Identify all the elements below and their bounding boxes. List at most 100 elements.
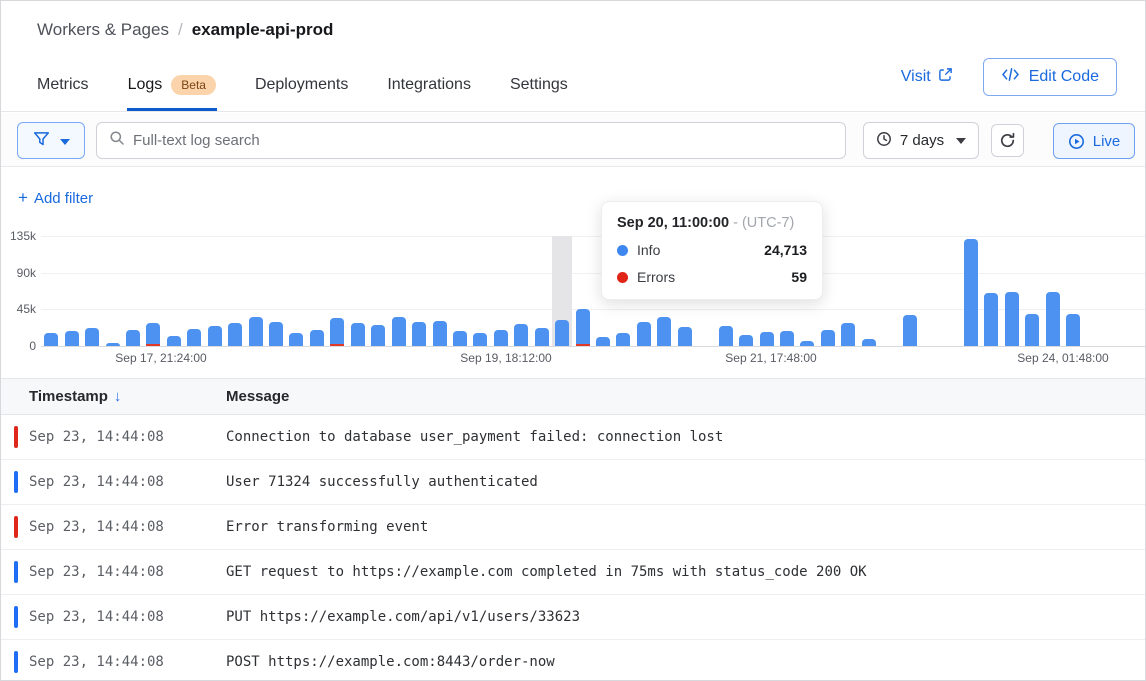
log-volume-bar[interactable] [657, 317, 671, 346]
log-volume-bar[interactable] [903, 315, 917, 346]
log-volume-bar[interactable] [269, 322, 283, 346]
info-segment [1005, 292, 1019, 346]
chart-slot [1124, 236, 1144, 346]
error-segment [146, 344, 160, 347]
log-row[interactable]: Sep 23, 14:44:08POST https://example.com… [1, 640, 1145, 680]
log-volume-bar[interactable] [208, 326, 222, 346]
info-segment [1025, 314, 1039, 346]
live-label: Live [1093, 133, 1121, 150]
log-volume-bar[interactable] [228, 323, 242, 346]
time-range-dropdown[interactable]: 7 days [863, 122, 979, 159]
refresh-icon [999, 132, 1016, 149]
column-header-timestamp[interactable]: Timestamp ↓ [29, 379, 121, 414]
log-volume-bar[interactable] [719, 326, 733, 346]
chart-slot [572, 236, 592, 346]
log-volume-bar[interactable] [65, 331, 79, 346]
log-volume-bar[interactable] [351, 323, 365, 346]
log-row[interactable]: Sep 23, 14:44:08PUT https://example.com/… [1, 595, 1145, 640]
log-row[interactable]: Sep 23, 14:44:08Connection to database u… [1, 415, 1145, 460]
log-volume-bar[interactable] [514, 324, 528, 346]
log-volume-bar[interactable] [146, 323, 160, 346]
log-volume-bar[interactable] [330, 318, 344, 346]
log-volume-bar[interactable] [821, 330, 835, 346]
plus-icon: + [18, 188, 28, 208]
chart-slot [532, 236, 552, 346]
log-volume-bar[interactable] [412, 322, 426, 346]
log-volume-bar[interactable] [800, 341, 814, 346]
log-volume-bar[interactable] [433, 321, 447, 346]
chart-slot [225, 236, 245, 346]
external-link-icon [938, 67, 953, 87]
log-volume-bar[interactable] [678, 327, 692, 346]
visit-link[interactable]: Visit [901, 67, 953, 87]
chart-slot [470, 236, 490, 346]
tab-deployments[interactable]: Deployments [254, 65, 349, 111]
error-segment [576, 344, 590, 347]
tab-integrations[interactable]: Integrations [386, 65, 472, 111]
log-volume-bar[interactable] [596, 337, 610, 346]
log-volume-bar[interactable] [1046, 292, 1060, 346]
tab-settings[interactable]: Settings [509, 65, 569, 111]
log-volume-bar[interactable] [1066, 314, 1080, 346]
log-search-input[interactable] [133, 132, 833, 149]
chart-slot [859, 236, 879, 346]
chart-slot [1002, 236, 1022, 346]
info-segment [596, 337, 610, 346]
breadcrumb-parent[interactable]: Workers & Pages [37, 20, 169, 40]
chart-tooltip: Sep 20, 11:00:00 - (UTC-7) Info24,713Err… [601, 201, 823, 300]
workers-logs-page: Workers & Pages / example-api-prod Metri… [0, 0, 1146, 681]
log-volume-bar[interactable] [841, 323, 855, 346]
tab-metrics[interactable]: Metrics [36, 65, 90, 111]
log-volume-bar[interactable] [187, 329, 201, 346]
log-volume-bar[interactable] [126, 330, 140, 346]
chart-slot [102, 236, 122, 346]
log-volume-bar[interactable] [167, 336, 181, 346]
log-volume-bar[interactable] [760, 332, 774, 346]
log-volume-bar[interactable] [310, 330, 324, 346]
live-button[interactable]: Live [1053, 123, 1135, 159]
log-volume-bar[interactable] [535, 328, 549, 346]
log-message: User 71324 successfully authenticated [226, 460, 538, 504]
log-volume-bar[interactable] [964, 239, 978, 346]
log-volume-bar[interactable] [862, 339, 876, 346]
log-volume-bar[interactable] [1005, 292, 1019, 346]
chart-slot [920, 236, 940, 346]
filter-menu-button[interactable] [17, 122, 85, 159]
tooltip-series-label: Errors [637, 269, 675, 285]
funnel-icon [33, 131, 50, 150]
table-header: Timestamp ↓ Message [1, 378, 1145, 415]
search-icon [109, 130, 125, 151]
edit-code-button[interactable]: Edit Code [983, 58, 1117, 96]
log-volume-bar[interactable] [453, 331, 467, 346]
refresh-button[interactable] [991, 124, 1024, 157]
info-segment [65, 331, 79, 346]
sort-descending-icon[interactable]: ↓ [114, 388, 122, 405]
log-volume-bar[interactable] [106, 343, 120, 346]
breadcrumb-current: example-api-prod [192, 20, 334, 40]
tab-logs[interactable]: LogsBeta [127, 65, 217, 111]
log-volume-bar[interactable] [984, 293, 998, 346]
log-timestamp: Sep 23, 14:44:08 [29, 550, 164, 594]
log-volume-bar[interactable] [1025, 314, 1039, 346]
log-volume-bar[interactable] [555, 320, 569, 346]
log-volume-bar[interactable] [473, 333, 487, 346]
log-row[interactable]: Sep 23, 14:44:08User 71324 successfully … [1, 460, 1145, 505]
log-volume-bar[interactable] [371, 325, 385, 346]
log-volume-bar[interactable] [637, 322, 651, 346]
log-volume-bar[interactable] [249, 317, 263, 346]
log-volume-bar[interactable] [616, 333, 630, 346]
log-volume-bar[interactable] [85, 328, 99, 346]
log-volume-bar[interactable] [739, 335, 753, 346]
log-row[interactable]: Sep 23, 14:44:08Error transforming event [1, 505, 1145, 550]
log-row[interactable]: Sep 23, 14:44:08GET request to https://e… [1, 550, 1145, 595]
tab-bar: Metrics LogsBeta Deployments Integrations Se… [36, 65, 569, 111]
chart-slot [879, 236, 899, 346]
log-volume-bar[interactable] [44, 333, 58, 346]
add-filter-link[interactable]: + Add filter [18, 188, 93, 208]
log-volume-bar[interactable] [289, 333, 303, 346]
log-volume-bar[interactable] [494, 330, 508, 346]
chart-slot [205, 236, 225, 346]
log-volume-bar[interactable] [576, 309, 590, 346]
log-volume-bar[interactable] [392, 317, 406, 346]
log-volume-bar[interactable] [780, 331, 794, 346]
